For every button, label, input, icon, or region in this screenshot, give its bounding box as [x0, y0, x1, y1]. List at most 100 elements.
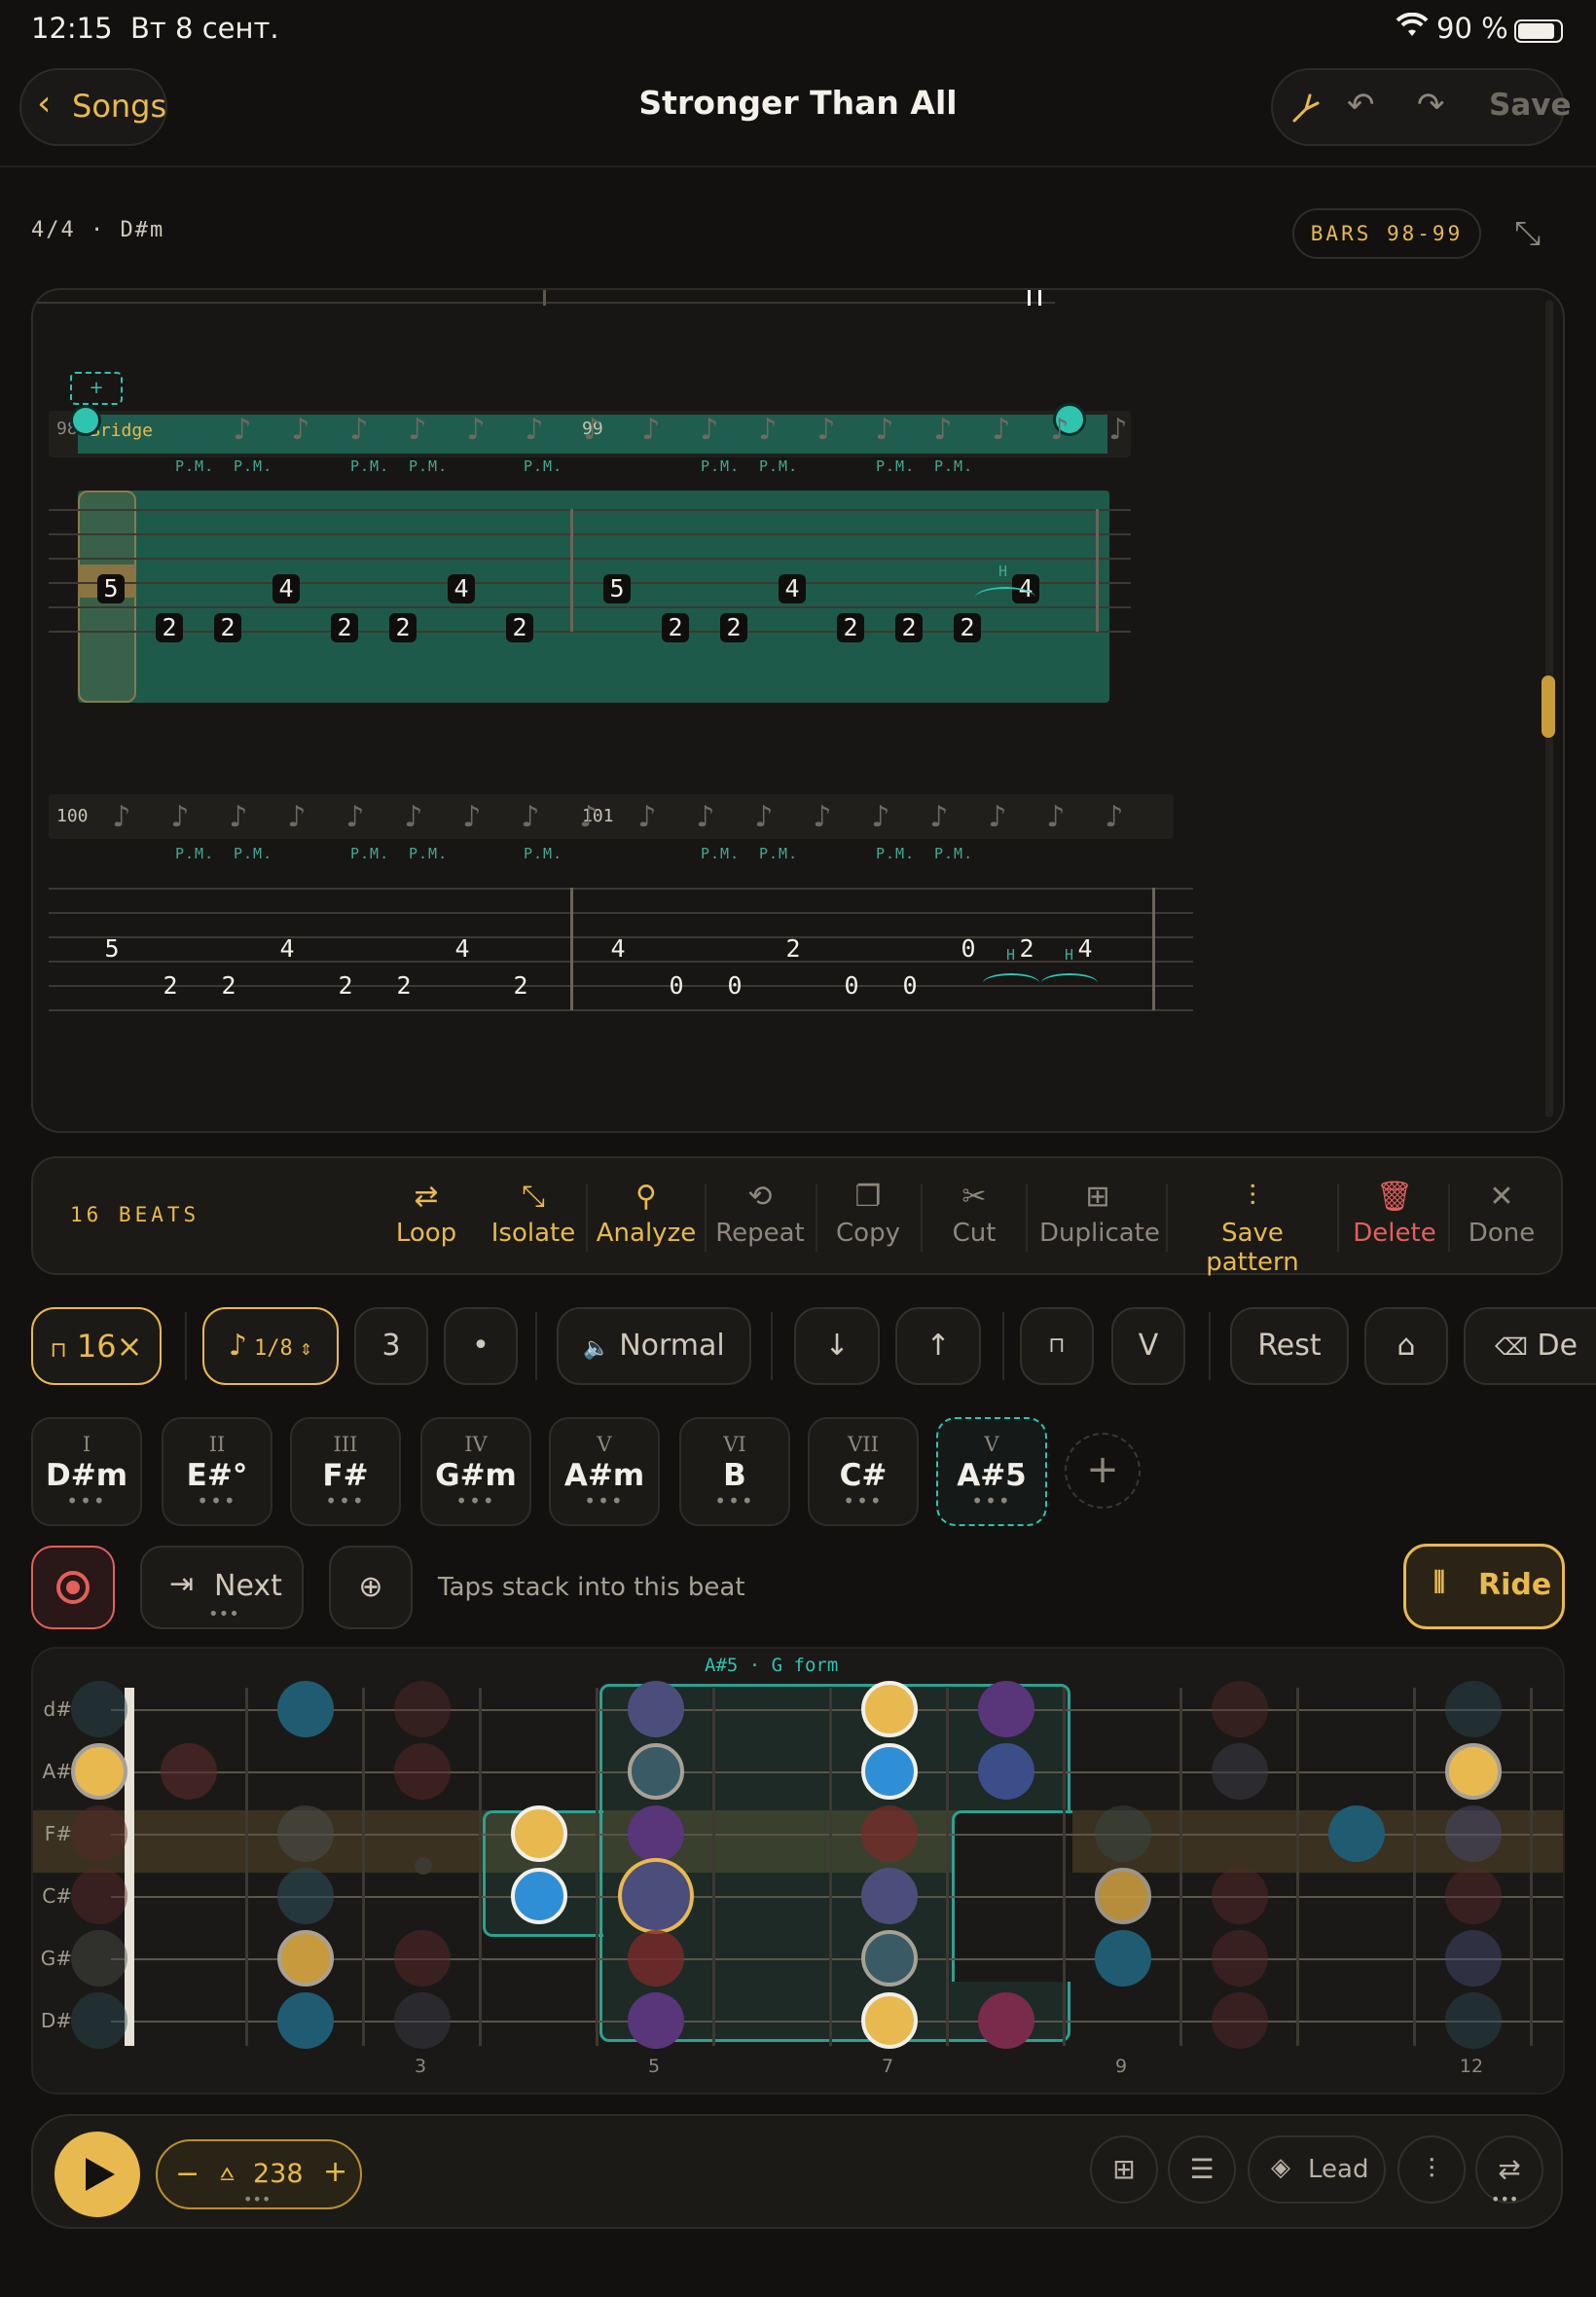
- fretboard-note[interactable]: [978, 1743, 1034, 1800]
- save-button[interactable]: Save: [1489, 88, 1571, 123]
- tab-fret-number[interactable]: 2: [389, 613, 417, 642]
- fretboard-note[interactable]: [978, 1992, 1034, 2049]
- next-button[interactable]: ⇥ Next •••: [140, 1546, 304, 1629]
- tab-fret-number[interactable]: 2: [506, 613, 533, 642]
- fretboard-note[interactable]: [394, 1930, 451, 1987]
- tab-fret-number[interactable]: 4: [603, 934, 633, 963]
- copy-button[interactable]: ❐ Copy: [827, 1176, 909, 1263]
- fretboard-note[interactable]: [71, 1743, 127, 1800]
- waveform-icon[interactable]: ⫶: [1397, 2135, 1466, 2204]
- tab-fret-number[interactable]: 4: [779, 574, 806, 603]
- fretboard-note[interactable]: [277, 1868, 334, 1924]
- tab-fret-number[interactable]: 4: [448, 574, 475, 603]
- chord-button-A#5[interactable]: V A#5 •••: [936, 1417, 1047, 1526]
- fretboard-note[interactable]: [394, 1992, 451, 2049]
- chord-button-F#[interactable]: III F# •••: [290, 1417, 401, 1526]
- fretboard-note[interactable]: [71, 1992, 127, 2049]
- analyze-button[interactable]: ⚲ Analyze: [594, 1176, 699, 1263]
- fretboard-note[interactable]: [1095, 1868, 1151, 1924]
- delete-button[interactable]: 🗑 Delete: [1353, 1176, 1436, 1263]
- fretboard-note[interactable]: [628, 1992, 684, 2049]
- ride-button[interactable]: ⫼ Ride: [1403, 1544, 1565, 1629]
- cut-button[interactable]: ✂ Cut: [940, 1176, 1008, 1263]
- fretboard-note[interactable]: [277, 1930, 334, 1987]
- chord-button-C#[interactable]: VII C# •••: [808, 1417, 919, 1526]
- tab-fret-number[interactable]: 0: [895, 971, 925, 1000]
- fretboard-note[interactable]: [1328, 1805, 1385, 1862]
- fretboard-note[interactable]: [861, 1992, 918, 2049]
- tab-fret-number[interactable]: 2: [214, 971, 243, 1000]
- tab-fret-number[interactable]: 2: [331, 613, 358, 642]
- tab-fret-number[interactable]: 2: [662, 613, 689, 642]
- redo-icon[interactable]: ↷: [1417, 86, 1445, 125]
- tab-fret-number[interactable]: 5: [97, 934, 127, 963]
- tab-fret-number[interactable]: 2: [156, 613, 183, 642]
- fretboard-note[interactable]: [618, 1858, 694, 1934]
- tempo-increase-button[interactable]: +: [323, 2155, 347, 2189]
- stack-icon[interactable]: ⊕: [329, 1546, 413, 1629]
- chord-button-E#°[interactable]: II E#° •••: [162, 1417, 272, 1526]
- fretboard-note[interactable]: [978, 1681, 1034, 1737]
- fretboard-note[interactable]: [861, 1868, 918, 1924]
- tab-fret-number[interactable]: 2: [720, 613, 747, 642]
- tab-fret-number[interactable]: 5: [97, 574, 125, 603]
- tab-fret-number[interactable]: 4: [1070, 934, 1100, 963]
- tab-fret-number[interactable]: 2: [156, 971, 185, 1000]
- add-chord-button[interactable]: +: [1065, 1433, 1141, 1509]
- tab-editor[interactable]: + 98 Bridge 99 ♪ ♪ ♪ ♪ ♪ ♪ ♪ ♪ ♪ ♪ ♪ ♪ ♪ ♪ ♪ ♪ P.M. P.M. P…: [31, 288, 1565, 1133]
- tab-fret-number[interactable]: 0: [954, 934, 983, 963]
- chord-button-D#m[interactable]: I D#m •••: [31, 1417, 142, 1526]
- tuning-fork-icon[interactable]: [1287, 88, 1325, 130]
- add-section-button[interactable]: +: [70, 372, 123, 405]
- fretboard-note[interactable]: [1212, 1868, 1268, 1924]
- rest-button[interactable]: Rest: [1230, 1307, 1349, 1385]
- fretboard-note[interactable]: [394, 1743, 451, 1800]
- fretboard-note[interactable]: [628, 1743, 684, 1800]
- fretboard-note[interactable]: [511, 1868, 567, 1924]
- fretboard-note[interactable]: [1445, 1805, 1502, 1862]
- fretboard-note[interactable]: [861, 1743, 918, 1800]
- record-button[interactable]: [31, 1546, 115, 1629]
- upstroke-button[interactable]: V: [1111, 1307, 1185, 1385]
- fretboard-note[interactable]: [628, 1930, 684, 1987]
- tab-fret-number[interactable]: 2: [837, 613, 864, 642]
- tab-fret-number[interactable]: 2: [779, 934, 808, 963]
- save-pattern-button[interactable]: ⫶ Save pattern: [1176, 1176, 1329, 1277]
- fretboard-note[interactable]: [394, 1681, 451, 1737]
- fretboard-note[interactable]: [71, 1681, 127, 1737]
- fretboard-note[interactable]: [1212, 1681, 1268, 1737]
- fretboard-note[interactable]: [511, 1805, 567, 1862]
- fretboard-note[interactable]: [1445, 1930, 1502, 1987]
- fretboard-note[interactable]: [71, 1868, 127, 1924]
- isolate-button[interactable]: ⤡ Isolate: [487, 1176, 580, 1263]
- fretboard-note[interactable]: [1212, 1743, 1268, 1800]
- chord-button-A#m[interactable]: V A#m •••: [549, 1417, 660, 1526]
- tempo-value[interactable]: 238: [253, 2159, 304, 2189]
- fretboard-note[interactable]: [1445, 1992, 1502, 2049]
- pick-up-button[interactable]: ↑: [895, 1307, 981, 1385]
- grid-icon[interactable]: ⊞: [1090, 2135, 1158, 2204]
- done-button[interactable]: ✕ Done: [1466, 1176, 1538, 1263]
- sliders-icon[interactable]: ☰: [1168, 2135, 1236, 2204]
- tab-fret-number[interactable]: 0: [662, 971, 691, 1000]
- fretboard-note[interactable]: [1095, 1930, 1151, 1987]
- tag-icon[interactable]: ⌂: [1364, 1307, 1448, 1385]
- note-value-stepper[interactable]: ♪ 1/8 ⇕: [202, 1307, 339, 1385]
- fretboard-note[interactable]: [628, 1805, 684, 1862]
- tab-fret-number[interactable]: 2: [895, 613, 923, 642]
- tab-fret-number[interactable]: 4: [272, 934, 302, 963]
- bars-badge[interactable]: BARS 98-99: [1292, 208, 1481, 259]
- tab-fret-number[interactable]: 2: [389, 971, 418, 1000]
- loop-button[interactable]: ⇄ Loop: [385, 1176, 467, 1263]
- fretboard-note[interactable]: [1095, 1805, 1151, 1862]
- fretboard-note[interactable]: [1445, 1681, 1502, 1737]
- fretboard[interactable]: d# A# F# C# G# D# 3 5 7 9 12 A#5 · G form: [31, 1647, 1565, 2095]
- fretboard-note[interactable]: [1212, 1930, 1268, 1987]
- tab-fret-number[interactable]: 2: [506, 971, 535, 1000]
- chord-button-B[interactable]: VI B •••: [679, 1417, 790, 1526]
- downstroke-button[interactable]: ⊓: [1020, 1307, 1094, 1385]
- fretboard-note[interactable]: [71, 1805, 127, 1862]
- triplet-button[interactable]: 3: [354, 1307, 428, 1385]
- chord-button-G#m[interactable]: IV G#m •••: [420, 1417, 531, 1526]
- tab-fret-number[interactable]: 2: [1012, 934, 1041, 963]
